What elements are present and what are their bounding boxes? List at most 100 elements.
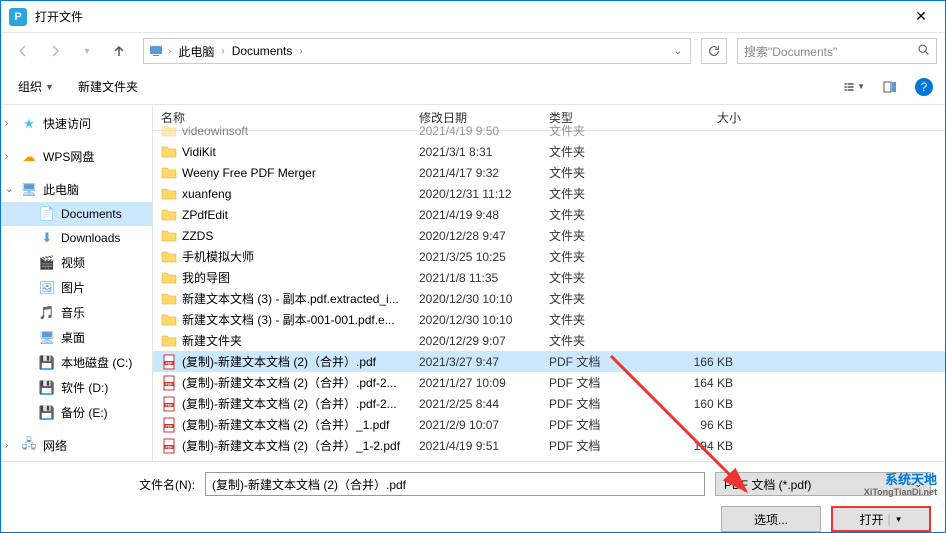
help-button[interactable]: ?: [915, 78, 933, 96]
file-date: 2021/4/19 9:50: [411, 124, 541, 138]
address-dropdown[interactable]: ⌄: [670, 46, 686, 57]
file-type: 文件夹: [541, 164, 659, 181]
folder-icon: [161, 291, 177, 307]
file-name: (复制)-新建文本文档 (2)（合并）.pdf-2...: [182, 374, 397, 391]
file-type-filter[interactable]: PDF 文档 (*.pdf) ⌄: [715, 472, 931, 496]
table-row[interactable]: PDF(复制)-新建文本文档 (2)（合并）_1.pdf2021/2/9 10:…: [153, 414, 945, 435]
options-button[interactable]: 选项...: [721, 506, 821, 532]
file-name: (复制)-新建文本文档 (2)（合并）.pdf-2...: [182, 395, 397, 412]
table-row[interactable]: xuanfeng2020/12/31 11:12文件夹: [153, 183, 945, 204]
file-size: 166 KB: [659, 355, 749, 369]
cloud-icon: ☁: [21, 149, 37, 165]
table-row[interactable]: ZPdfEdit2021/4/19 9:48文件夹: [153, 204, 945, 225]
sidebar-item-wps[interactable]: › ☁ WPS网盘: [1, 144, 152, 169]
file-date: 2021/4/17 9:32: [411, 166, 541, 180]
file-date: 2020/12/30 10:10: [411, 292, 541, 306]
arrow-right-icon: [47, 43, 63, 59]
table-row[interactable]: PDF(复制)-新建文本文档 (2)（合并）.pdf2021/3/27 9:47…: [153, 351, 945, 372]
nav-back-button[interactable]: [9, 37, 37, 65]
window-title: 打开文件: [35, 8, 83, 25]
sidebar-label: Documents: [61, 207, 122, 221]
nav-up-button[interactable]: [105, 37, 133, 65]
folder-icon: [161, 165, 177, 181]
file-name: (复制)-新建文本文档 (2)（合并）.pdf: [182, 353, 376, 370]
sidebar-item-drive-e[interactable]: 💾 备份 (E:): [1, 400, 152, 425]
expand-icon[interactable]: ›: [5, 151, 15, 162]
sidebar-item-pictures[interactable]: 🖼 图片: [1, 275, 152, 300]
sidebar-item-videos[interactable]: 🎬 视频: [1, 250, 152, 275]
star-icon: ★: [21, 116, 37, 132]
sidebar-item-drive-d[interactable]: 💾 软件 (D:): [1, 375, 152, 400]
expand-icon[interactable]: ›: [5, 440, 15, 451]
file-type: PDF 文档: [541, 395, 659, 412]
table-row[interactable]: 新建文本文档 (3) - 副本.pdf.extracted_i... 2020/1…: [153, 288, 945, 309]
file-date: 2020/12/29 9:07: [411, 334, 541, 348]
table-row[interactable]: VidiKit2021/3/1 8:31文件夹: [153, 141, 945, 162]
network-icon: 🖧: [21, 438, 37, 454]
breadcrumb-documents[interactable]: Documents: [229, 42, 296, 60]
filename-input[interactable]: [205, 472, 705, 496]
sidebar-label: 本地磁盘 (C:): [61, 354, 132, 371]
new-folder-label: 新建文件夹: [78, 78, 138, 95]
file-date: 2021/2/9 10:07: [411, 418, 541, 432]
table-row[interactable]: 新建文件夹2020/12/29 9:07文件夹: [153, 330, 945, 351]
table-row[interactable]: PDF(复制)-新建文本文档 (2)（合并）_1-2.pdf2021/4/19 …: [153, 435, 945, 456]
file-name: 我的导图: [182, 269, 230, 286]
folder-icon: [161, 144, 177, 160]
file-type: 文件夹: [541, 248, 659, 265]
file-name: xuanfeng: [182, 187, 231, 201]
view-button[interactable]: ▼: [843, 76, 865, 98]
file-name: videowinsoft: [182, 124, 248, 138]
table-row[interactable]: 手机模拟大师2021/3/25 10:25文件夹: [153, 246, 945, 267]
table-row[interactable]: Weeny Free PDF Merger2021/4/17 9:32文件夹: [153, 162, 945, 183]
preview-pane-button[interactable]: [879, 76, 901, 98]
sidebar-label: 音乐: [61, 304, 85, 321]
collapse-icon[interactable]: ⌄: [5, 184, 15, 195]
folder-icon: [161, 186, 177, 202]
folder-icon: [161, 312, 177, 328]
refresh-button[interactable]: [701, 38, 727, 64]
folder-icon: [161, 123, 177, 139]
nav-forward-button[interactable]: [41, 37, 69, 65]
search-input[interactable]: 搜索"Documents": [737, 38, 937, 64]
close-button[interactable]: ✕: [905, 1, 937, 33]
file-date: 2020/12/31 11:12: [411, 187, 541, 201]
table-row[interactable]: ZZDS2020/12/28 9:47文件夹: [153, 225, 945, 246]
sidebar-label: 视频: [61, 254, 85, 271]
pdf-icon: PDF: [161, 375, 177, 391]
sidebar-item-downloads[interactable]: ⬇ Downloads: [1, 226, 152, 250]
sidebar-item-network[interactable]: › 🖧 网络: [1, 433, 152, 458]
organize-button[interactable]: 组织 ▼: [13, 75, 59, 98]
new-folder-button[interactable]: 新建文件夹: [73, 75, 143, 98]
address-bar[interactable]: › 此电脑 › Documents › ⌄: [143, 38, 691, 64]
nav-recent-button[interactable]: ▾: [73, 37, 101, 65]
sidebar-item-desktop[interactable]: 🖥 桌面: [1, 325, 152, 350]
folder-icon: [161, 228, 177, 244]
folder-icon: [161, 333, 177, 349]
sidebar-label: 快速访问: [43, 115, 91, 132]
sidebar-item-thispc[interactable]: ⌄ 🖥 此电脑: [1, 177, 152, 202]
sidebar-item-music[interactable]: 🎵 音乐: [1, 300, 152, 325]
file-type: 文件夹: [541, 311, 659, 328]
sidebar-item-quick-access[interactable]: › ★ 快速访问: [1, 111, 152, 136]
file-date: 2021/3/1 8:31: [411, 145, 541, 159]
table-row[interactable]: PDF(复制)-新建文本文档 (2)（合并）.pdf-2...2021/1/27…: [153, 372, 945, 393]
download-icon: ⬇: [39, 230, 55, 246]
open-label: 打开: [859, 511, 883, 528]
file-size: 164 KB: [659, 376, 749, 390]
table-row[interactable]: 我的导图2021/1/8 11:35文件夹: [153, 267, 945, 288]
table-row[interactable]: 新建文本文档 (3) - 副本-001-001.pdf.e...2020/12/…: [153, 309, 945, 330]
breadcrumb-thispc[interactable]: 此电脑: [175, 41, 217, 62]
open-button[interactable]: 打开 | ▼: [831, 506, 931, 532]
file-type: 文件夹: [541, 206, 659, 223]
table-row[interactable]: PDF(复制)-新建文本文档 (2)（合并）.pdf-2...2021/2/25…: [153, 393, 945, 414]
file-type: 文件夹: [541, 332, 659, 349]
file-name: 新建文本文档 (3) - 副本-001-001.pdf.e...: [182, 311, 395, 328]
file-name: (复制)-新建文本文档 (2)（合并）_1.pdf: [182, 416, 389, 433]
file-name: 新建文本文档 (3) - 副本.pdf.extracted_i...: [182, 290, 399, 307]
expand-icon[interactable]: ›: [5, 118, 15, 129]
sidebar-item-drive-c[interactable]: 💾 本地磁盘 (C:): [1, 350, 152, 375]
sidebar-item-documents[interactable]: 📄 Documents: [1, 202, 152, 226]
file-list[interactable]: videowinsoft 2021/4/19 9:50 文件夹 VidiKit2…: [153, 120, 945, 461]
table-row[interactable]: videowinsoft 2021/4/19 9:50 文件夹: [153, 120, 945, 141]
